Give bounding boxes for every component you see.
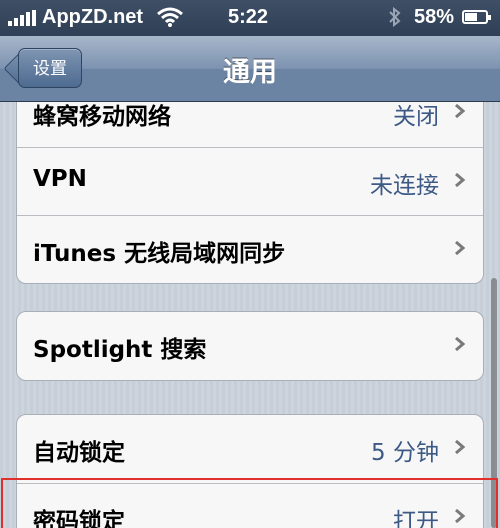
row-value: 打开 — [393, 509, 439, 528]
settings-row-spotlight-search[interactable]: Spotlight 搜索 — [17, 312, 483, 380]
row-label: 蜂窝移动网络 — [33, 104, 171, 130]
row-value: 未连接 — [370, 173, 439, 199]
settings-group-spotlight: Spotlight 搜索 — [16, 311, 484, 381]
ios-settings-screen: AppZD.net 5:22 58% 设置 通用 蜂窝移动网络 关闭 VPN 未… — [0, 0, 500, 528]
row-label: 自动锁定 — [33, 440, 125, 466]
settings-group-network: 蜂窝移动网络 关闭 VPN 未连接 iTunes 无线局域网同步 — [16, 102, 484, 284]
settings-row-auto-lock[interactable]: 自动锁定 5 分钟 — [17, 415, 483, 483]
wifi-icon — [156, 6, 184, 34]
signal-icon — [8, 10, 36, 26]
settings-row-itunes-wifi-sync[interactable]: iTunes 无线局域网同步 — [17, 215, 483, 283]
settings-list[interactable]: 蜂窝移动网络 关闭 VPN 未连接 iTunes 无线局域网同步 Spotlig… — [0, 102, 500, 528]
carrier-name: AppZD.net — [42, 6, 144, 28]
row-label: VPN — [33, 166, 87, 192]
chevron-right-icon — [455, 337, 466, 351]
status-time: 5:22 — [228, 6, 269, 28]
settings-group-lock: 自动锁定 5 分钟 密码锁定 打开 — [16, 414, 484, 528]
battery-icon — [462, 10, 491, 24]
chevron-right-icon — [455, 241, 466, 255]
settings-row-passcode-lock[interactable]: 密码锁定 打开 — [17, 483, 483, 528]
settings-row-cellular[interactable]: 蜂窝移动网络 关闭 — [17, 102, 483, 147]
navigation-bar: 设置 通用 — [0, 36, 500, 102]
status-bar: AppZD.net 5:22 58% — [0, 0, 500, 36]
scrollbar[interactable] — [491, 278, 497, 528]
chevron-right-icon — [455, 509, 466, 523]
settings-row-vpn[interactable]: VPN 未连接 — [17, 147, 483, 215]
chevron-right-icon — [455, 104, 466, 118]
chevron-right-icon — [455, 440, 466, 454]
page-title: 通用 — [223, 57, 277, 88]
bluetooth-icon — [388, 6, 402, 34]
row-value: 关闭 — [393, 104, 439, 130]
row-label: Spotlight 搜索 — [33, 337, 207, 363]
row-label: iTunes 无线局域网同步 — [33, 241, 286, 267]
chevron-right-icon — [455, 173, 466, 187]
row-value: 5 分钟 — [371, 440, 439, 466]
battery-percent: 58% — [414, 6, 455, 28]
row-label: 密码锁定 — [33, 509, 125, 528]
battery-fill — [465, 13, 477, 21]
